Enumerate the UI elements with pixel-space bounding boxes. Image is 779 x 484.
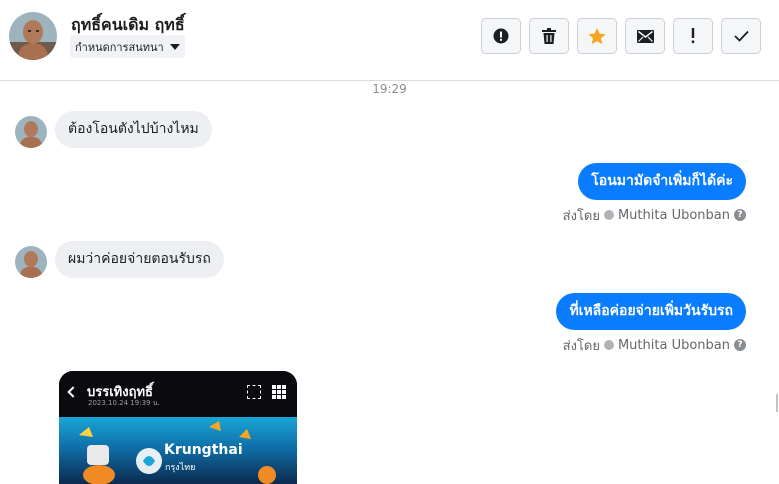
contact-avatar[interactable] <box>9 12 57 60</box>
message-timestamp: 19:29 <box>372 82 407 96</box>
grid-icon <box>272 385 286 399</box>
sender-name: Muthita Ubonban <box>617 337 730 353</box>
done-button[interactable] <box>721 18 761 54</box>
verified-icon <box>603 340 614 350</box>
sent-by-line: ส่งโดย Muthita Ubonban ? <box>562 337 746 354</box>
sender-avatar[interactable] <box>15 116 47 148</box>
follow-up-button[interactable] <box>673 18 713 54</box>
help-icon[interactable]: ? <box>734 209 746 221</box>
bank-banner: Krungthai กรุงไทย <box>59 417 297 484</box>
trash-icon <box>542 28 556 44</box>
message-bubble-incoming[interactable]: ผมว่าค่อยจ่ายตอนรับรถ <box>55 241 224 278</box>
envelope-icon <box>636 29 654 43</box>
scan-icon <box>247 385 261 399</box>
attachment-subtitle: 2023.10.24 19:39 น. <box>88 399 160 407</box>
sender-avatar[interactable] <box>15 246 47 278</box>
exclamation-icon <box>691 28 695 44</box>
action-toolbar <box>481 18 761 54</box>
caret-down-icon <box>169 43 180 50</box>
image-attachment[interactable]: บรรเทิงฤทธิ์ 2023.10.24 19:39 น. Krungth… <box>59 371 297 484</box>
assign-conversation-dropdown[interactable]: กำหนดการสนทนา <box>70 35 185 58</box>
delete-button[interactable] <box>529 18 569 54</box>
star-button[interactable] <box>577 18 617 54</box>
message-bubble-outgoing[interactable]: โอนมามัดจำเพิ่มก็ได้ค่ะ <box>578 163 746 200</box>
bank-name: Krungthai <box>164 442 243 458</box>
check-icon <box>733 30 749 42</box>
attachment-topbar: บรรเทิงฤทธิ์ 2023.10.24 19:39 น. <box>59 371 297 417</box>
sent-by-line: ส่งโดย Muthita Ubonban ? <box>562 207 746 224</box>
alert-circle-icon <box>493 28 509 44</box>
verified-icon <box>603 210 614 220</box>
back-arrow-icon <box>67 386 79 398</box>
message-bubble-outgoing[interactable]: ที่เหลือค่อยจ่ายเพิ่มวันรับรถ <box>556 293 746 330</box>
sent-by-label: ส่งโดย <box>562 208 600 224</box>
message-bubble-incoming[interactable]: ต้องโอนตังไปบ้างไหม <box>55 111 212 148</box>
bank-name-thai: กรุงไทย <box>165 463 196 473</box>
help-icon[interactable]: ? <box>734 339 746 351</box>
conversation-header: ฤทธิ์คนเดิม ฤทธิ์ กำหนดการสนทนา <box>0 0 779 81</box>
scrollbar-thumb[interactable] <box>776 394 778 412</box>
mark-unread-button[interactable] <box>625 18 665 54</box>
sender-name: Muthita Ubonban <box>617 207 730 223</box>
sent-by-label: ส่งโดย <box>562 338 600 354</box>
assign-label: กำหนดการสนทนา <box>75 40 164 54</box>
star-icon <box>588 27 606 44</box>
spam-button[interactable] <box>481 18 521 54</box>
